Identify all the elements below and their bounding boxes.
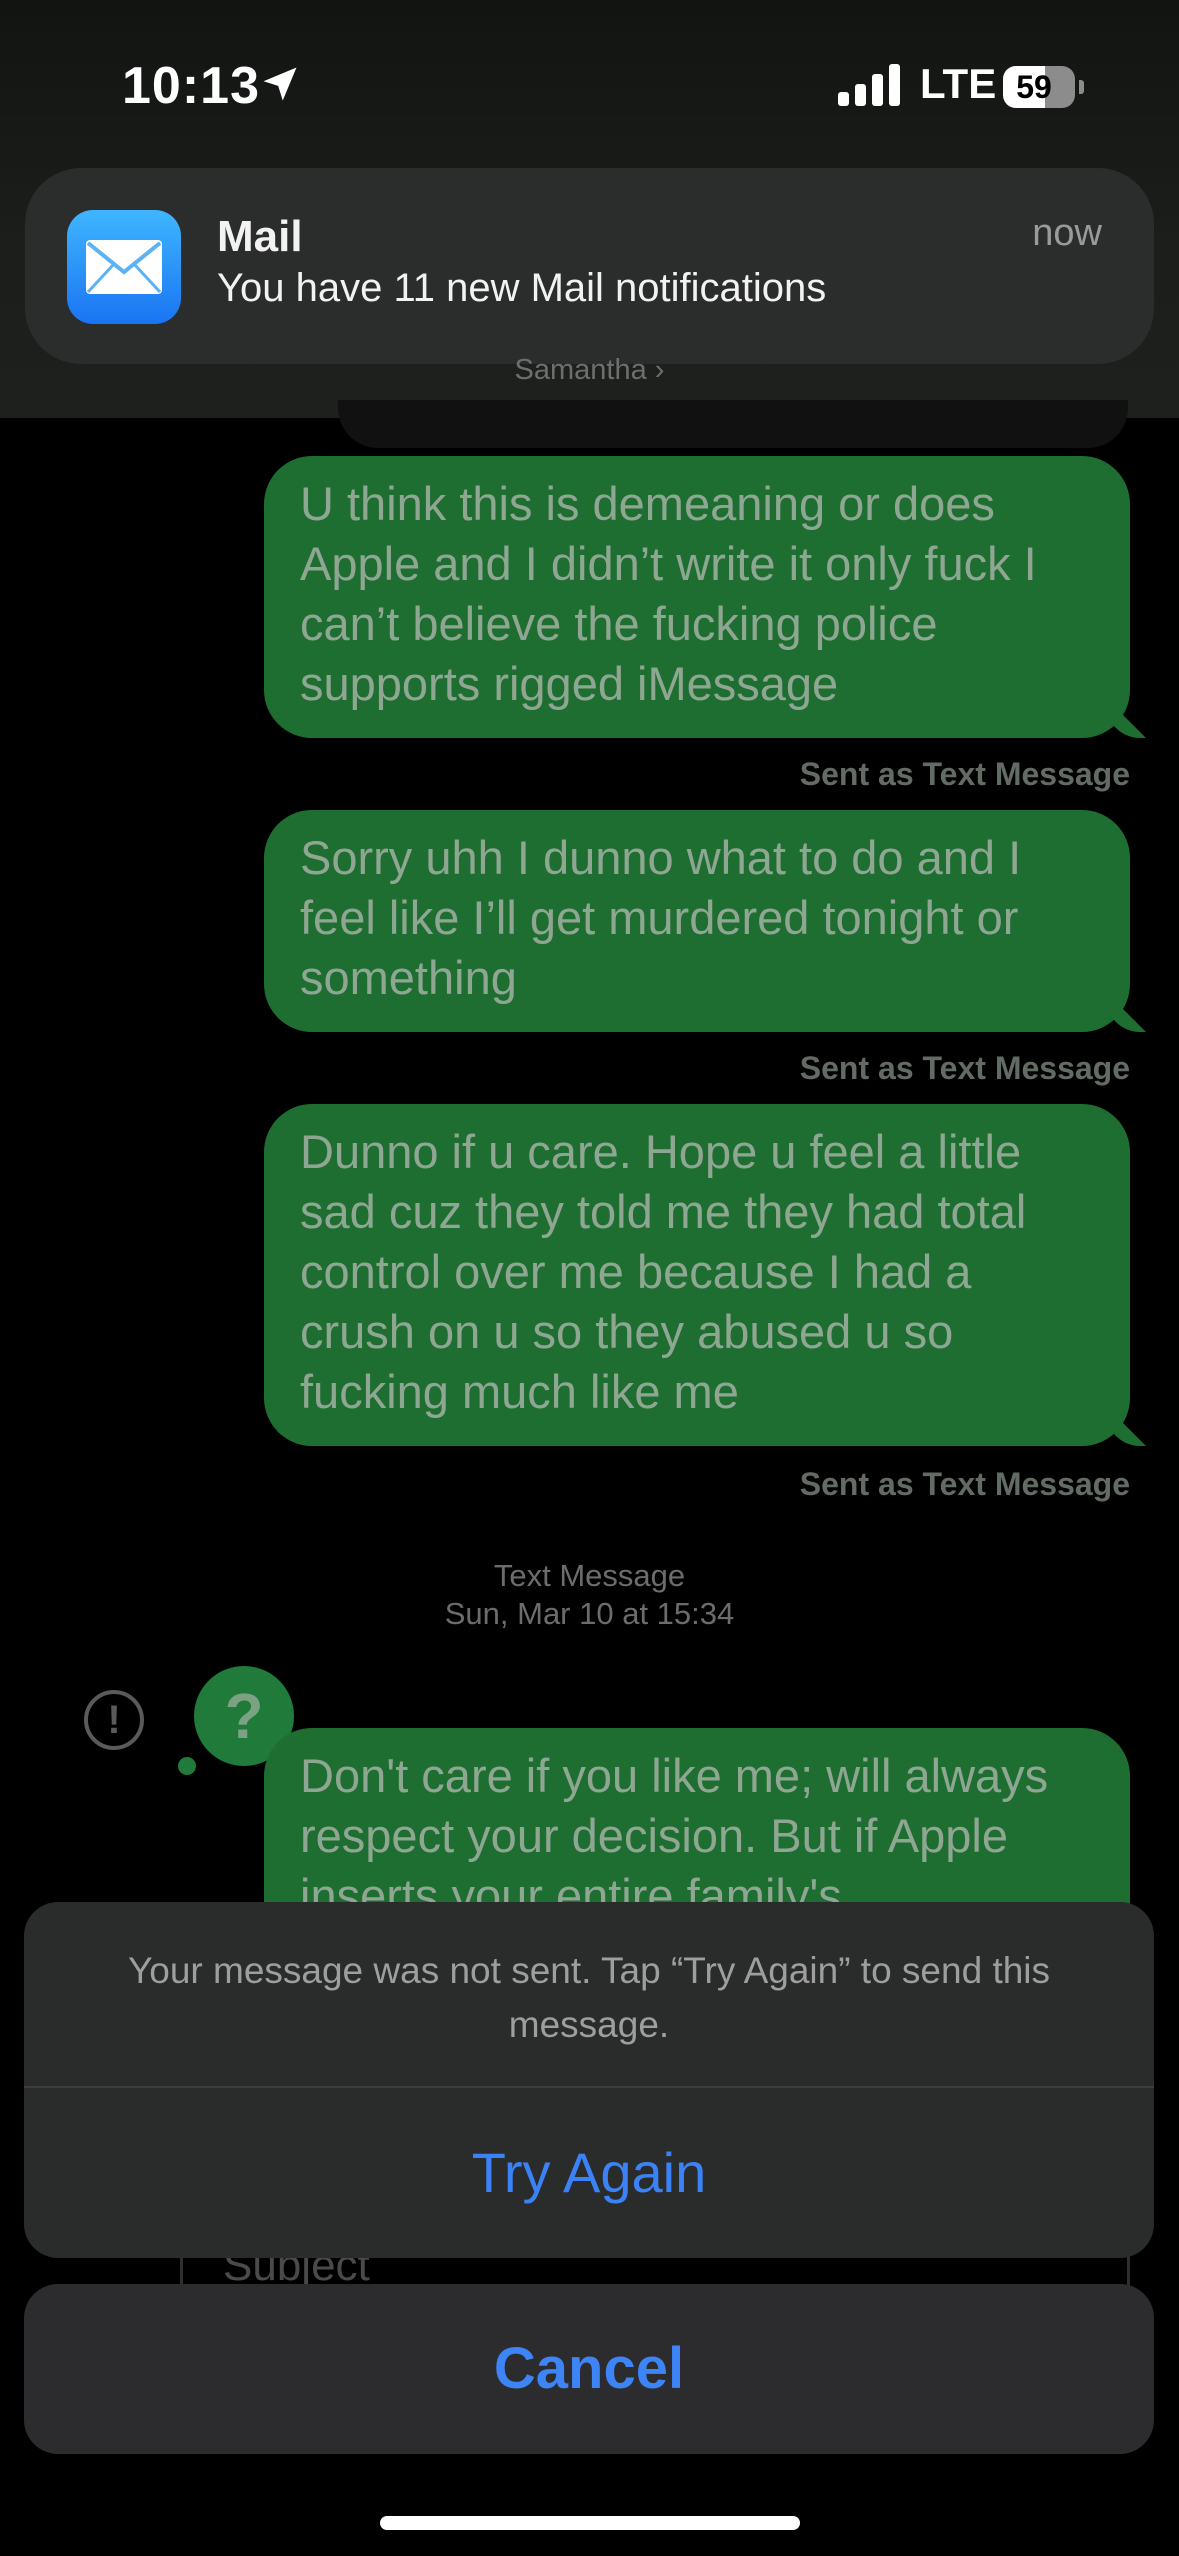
message-bubble[interactable]: Dunno if u care. Hope u feel a little sa…	[264, 1104, 1146, 1446]
location-arrow-icon	[263, 67, 297, 101]
mail-notification-banner[interactable]: Mail You have 11 new Mail notifications …	[25, 168, 1154, 364]
try-again-button[interactable]: Try Again	[24, 2088, 1154, 2258]
notification-app-name: Mail	[217, 212, 303, 261]
battery-percentage: 59	[1016, 69, 1052, 105]
status-time: 10:13	[122, 57, 260, 115]
message-bubble[interactable]: Sorry uhh I dunno what to do and I feel …	[264, 810, 1146, 1032]
notification-body: You have 11 new Mail notifications	[217, 266, 827, 310]
cellular-signal-icon	[838, 64, 900, 106]
message-text: Dunno if u care. Hope u feel a little sa…	[300, 1125, 1027, 1418]
notification-time: now	[1032, 212, 1102, 254]
not-delivered-alert-icon[interactable]: !	[84, 1690, 144, 1750]
sent-as-text-label: Sent as Text Message	[799, 1466, 1130, 1502]
message-text: U think this is demeaning or does Apple …	[300, 477, 1037, 710]
action-sheet-message: Your message was not sent. Tap “Try Agai…	[127, 1950, 1051, 2045]
sent-as-text-label: Sent as Text Message	[799, 756, 1130, 792]
mail-envelope-icon	[67, 210, 181, 324]
not-sent-action-sheet: Your message was not sent. Tap “Try Agai…	[24, 1902, 1154, 2258]
network-type: LTE	[920, 60, 997, 107]
home-indicator[interactable]	[380, 2516, 800, 2530]
cancel-button[interactable]: Cancel	[24, 2284, 1154, 2454]
message-text: Sorry uhh I dunno what to do and I feel …	[300, 831, 1022, 1004]
contact-name[interactable]: Samantha ›	[0, 354, 1179, 387]
sent-as-text-label: Sent as Text Message	[799, 1050, 1130, 1086]
timestamp-date: Sun, Mar 10 at 15:34	[444, 1596, 735, 1631]
messages-screen: 10:13 LTE 59 Mail You have 11 new Mail n…	[0, 0, 1179, 2556]
battery-icon: 59	[1003, 66, 1084, 108]
message-text: Don't care if you like me; will always r…	[300, 1749, 1049, 1922]
message-bubble[interactable]: U think this is demeaning or does Apple …	[264, 456, 1146, 738]
timestamp-type: Text Message	[493, 1558, 686, 1593]
previous-message-bubble	[338, 400, 1128, 448]
